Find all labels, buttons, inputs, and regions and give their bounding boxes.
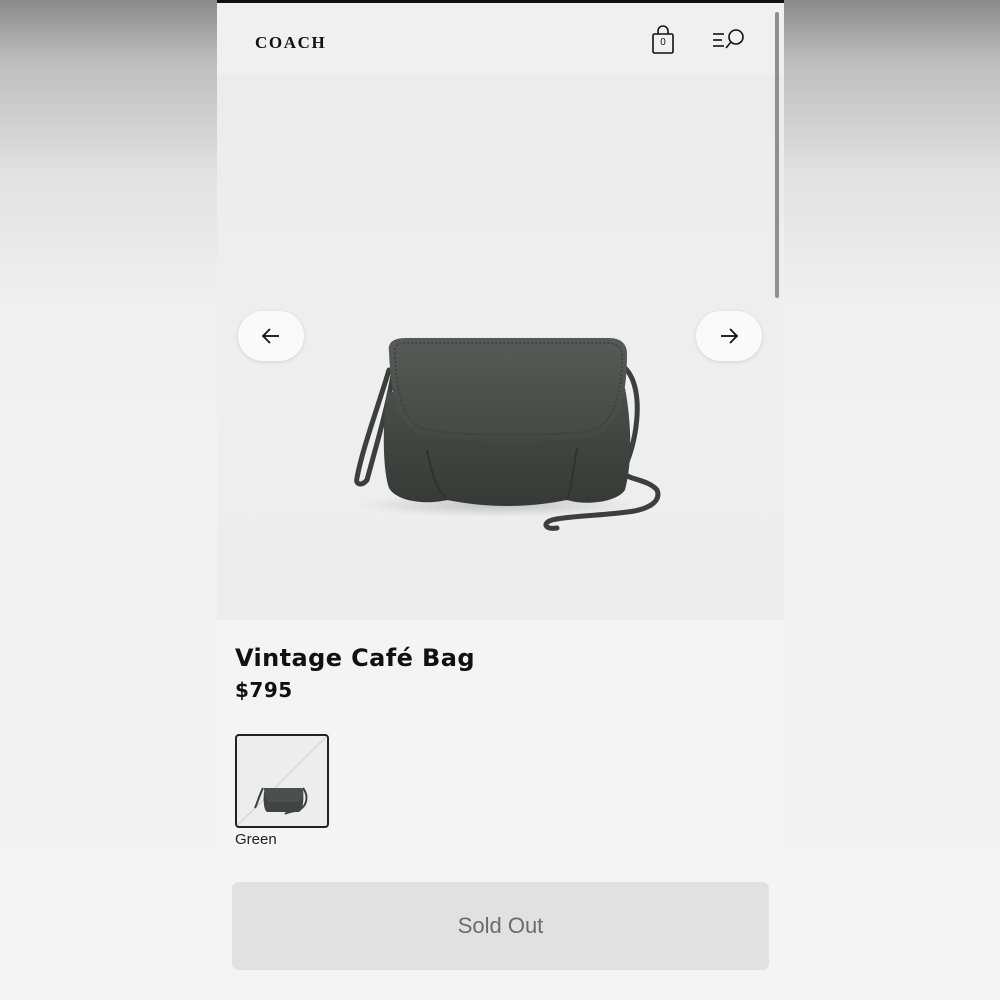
product-price: $795 — [235, 678, 293, 702]
brand-logo[interactable]: COACH — [255, 33, 326, 53]
color-swatch-green[interactable] — [235, 734, 329, 828]
sold-out-button[interactable]: Sold Out — [232, 882, 769, 970]
mobile-viewport: COACH 0 Vintage Café Bag $795 Green Sold… — [217, 0, 784, 1000]
previous-image-button[interactable] — [238, 311, 304, 361]
next-image-button[interactable] — [696, 311, 762, 361]
product-image-gallery[interactable] — [217, 75, 784, 620]
site-header: COACH 0 — [217, 3, 784, 75]
selected-color-label: Green — [235, 831, 277, 848]
scrollbar-thumb[interactable] — [775, 12, 779, 298]
product-title: Vintage Café Bag — [235, 644, 475, 672]
swatch-thumbnail — [237, 736, 327, 826]
cart-count: 0 — [660, 37, 666, 48]
arrow-right-icon — [721, 328, 739, 344]
product-image — [354, 338, 661, 531]
shopping-bag-icon[interactable]: 0 — [650, 25, 676, 55]
arrow-left-icon — [261, 328, 279, 344]
menu-search-icon[interactable] — [711, 27, 747, 55]
